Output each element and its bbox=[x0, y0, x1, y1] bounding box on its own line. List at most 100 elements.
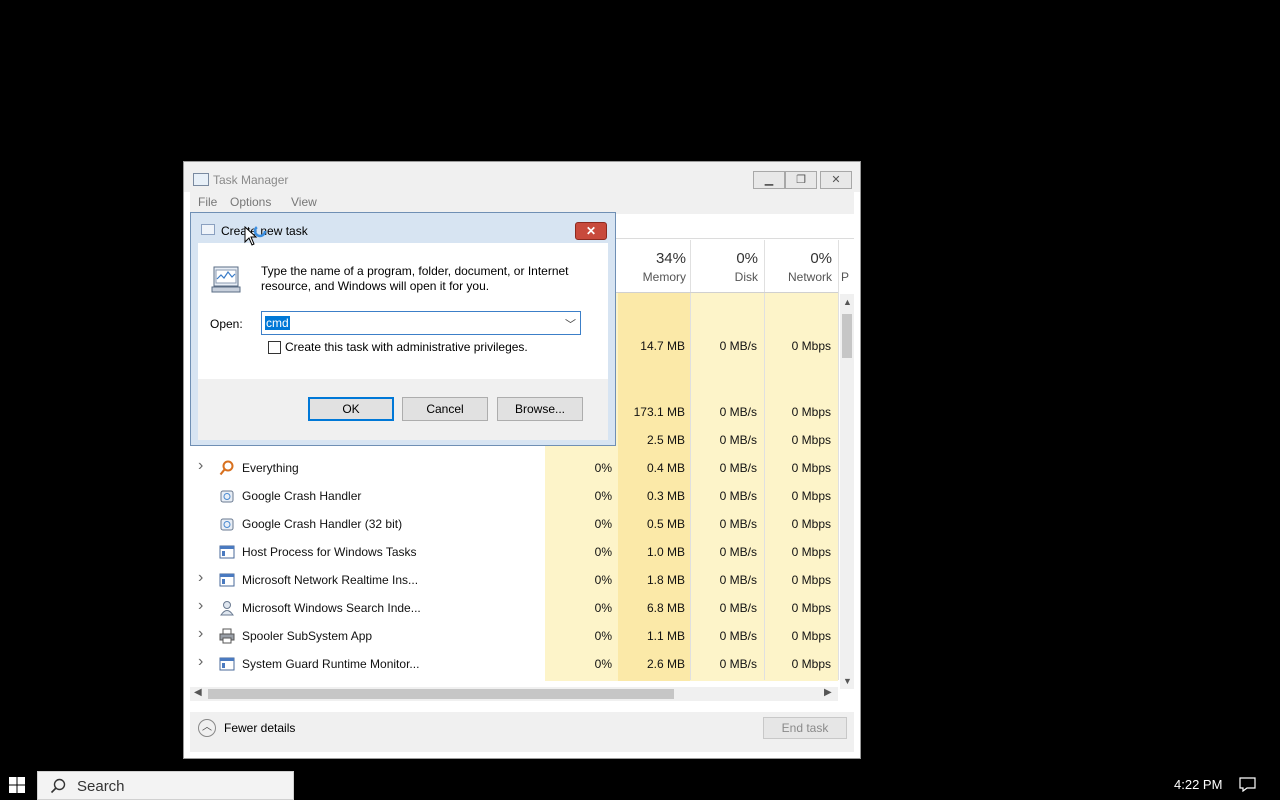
search-icon bbox=[50, 778, 66, 794]
action-center-icon[interactable] bbox=[1239, 777, 1256, 792]
taskbar-clock[interactable]: 4:22 PM bbox=[1174, 777, 1222, 792]
open-label: Open: bbox=[210, 317, 243, 331]
disk-cell: 0 MB/s bbox=[719, 545, 757, 559]
scroll-right-icon[interactable]: ▶ bbox=[824, 687, 832, 698]
column-header-network[interactable]: 0% Network bbox=[766, 250, 832, 284]
column-header-memory[interactable]: 34% Memory bbox=[620, 250, 686, 284]
table-row[interactable]: › Spooler SubSystem App 0% 1.1 MB 0 MB/s 0 Mb… bbox=[190, 622, 836, 650]
vertical-scroll-thumb[interactable] bbox=[842, 314, 852, 358]
memory-cell: 1.1 MB bbox=[646, 629, 685, 643]
network-percent: 0% bbox=[810, 250, 832, 267]
table-row[interactable]: › Microsoft Network Realtime Ins... 0% 1.8 … bbox=[190, 566, 836, 594]
memory-label: Memory bbox=[642, 270, 686, 284]
end-task-button[interactable]: End task bbox=[763, 717, 847, 739]
cancel-button[interactable]: Cancel bbox=[402, 397, 488, 421]
menu-options[interactable]: Options bbox=[230, 195, 271, 209]
process-name: System Guard Runtime Monitor... bbox=[242, 657, 420, 671]
magnifier-key-icon bbox=[219, 460, 235, 476]
process-name: Google Crash Handler bbox=[242, 489, 362, 503]
cpu-cell: 0% bbox=[594, 461, 612, 475]
chevron-right-icon[interactable]: › bbox=[198, 597, 203, 615]
dialog-client-area: Type the name of a program, folder, docu… bbox=[198, 243, 608, 440]
close-button[interactable]: ✕ bbox=[820, 171, 852, 189]
chevron-right-icon[interactable]: › bbox=[198, 569, 203, 587]
column-header-power[interactable]: P bbox=[841, 250, 851, 284]
table-row[interactable]: Google Crash Handler 0% 0.3 MB 0 MB/s 0 Mbps bbox=[190, 482, 836, 510]
maximize-button[interactable]: ❐ bbox=[785, 171, 817, 189]
chevron-right-icon[interactable]: › bbox=[198, 457, 203, 475]
disk-cell: 0 MB/s bbox=[719, 601, 757, 615]
process-name: Everything bbox=[242, 461, 299, 475]
table-row[interactable]: › Everything 0% 0.4 MB 0 MB/s 0 Mbps bbox=[190, 454, 836, 482]
busy-cursor-icon bbox=[244, 226, 267, 246]
network-label: Network bbox=[787, 270, 832, 284]
app-window-icon bbox=[219, 656, 235, 672]
crash-handler-icon bbox=[219, 516, 235, 532]
open-combobox[interactable]: cmd ﹀ bbox=[261, 311, 581, 335]
cpu-cell: 0% bbox=[594, 545, 612, 559]
disk-cell: 0 MB/s bbox=[719, 517, 757, 531]
vertical-scrollbar[interactable]: ▲ ▼ bbox=[840, 294, 854, 689]
network-cell: 0 Mbps bbox=[791, 489, 831, 503]
horizontal-scroll-thumb[interactable] bbox=[208, 689, 674, 699]
scroll-left-icon[interactable]: ◀ bbox=[194, 687, 202, 698]
network-cell: 0 Mbps bbox=[791, 601, 831, 615]
menu-view[interactable]: View bbox=[291, 195, 317, 209]
process-name: Google Crash Handler (32 bit) bbox=[242, 517, 403, 531]
menu-bar: File Options View bbox=[190, 192, 854, 214]
power-label: P bbox=[841, 270, 850, 284]
chevron-right-icon[interactable]: › bbox=[198, 653, 203, 671]
menu-file[interactable]: File bbox=[198, 195, 217, 209]
cpu-cell: 0% bbox=[594, 601, 612, 615]
network-cell: 0 Mbps bbox=[791, 545, 831, 559]
dialog-content: Type the name of a program, folder, docu… bbox=[198, 243, 608, 379]
disk-cell: 0 MB/s bbox=[719, 433, 757, 447]
cpu-cell: 0% bbox=[594, 489, 612, 503]
admin-privileges-label[interactable]: Create this task with administrative pri… bbox=[285, 340, 528, 354]
scroll-down-icon[interactable]: ▼ bbox=[843, 676, 852, 686]
fewer-details-link[interactable]: Fewer details bbox=[224, 721, 295, 735]
chevron-right-icon[interactable]: › bbox=[198, 625, 203, 643]
table-row[interactable]: Google Crash Handler (32 bit) 0% 0.5 MB 0 M… bbox=[190, 510, 836, 538]
cpu-cell: 0% bbox=[594, 629, 612, 643]
table-row[interactable]: Host Process for Windows Tasks 0% 1.0 MB 0 … bbox=[190, 538, 836, 566]
run-program-icon bbox=[211, 266, 241, 293]
power-percent bbox=[841, 250, 851, 267]
search-placeholder: Search bbox=[77, 778, 125, 795]
task-manager-title-bar[interactable]: Task Manager ▁ ❐ ✕ bbox=[184, 162, 860, 192]
network-cell: 0 Mbps bbox=[791, 339, 831, 353]
taskbar-search-box[interactable]: Search bbox=[37, 771, 294, 800]
network-cell: 0 Mbps bbox=[791, 629, 831, 643]
horizontal-scrollbar[interactable]: ◀ ▶ bbox=[190, 687, 838, 701]
chevron-down-icon[interactable]: ﹀ bbox=[565, 316, 576, 332]
admin-privileges-checkbox[interactable] bbox=[268, 341, 281, 354]
network-cell: 0 Mbps bbox=[791, 573, 831, 587]
table-row[interactable]: › Microsoft Windows Search Inde... 0% 6.8 M… bbox=[190, 594, 836, 622]
network-cell: 0 Mbps bbox=[791, 517, 831, 531]
column-header-disk[interactable]: 0% Disk bbox=[694, 250, 758, 284]
table-row[interactable]: › System Guard Runtime Monitor... 0% 2.6 MB… bbox=[190, 650, 836, 678]
ok-button[interactable]: OK bbox=[308, 397, 394, 421]
memory-cell: 1.8 MB bbox=[646, 573, 685, 587]
memory-cell: 0.3 MB bbox=[646, 489, 685, 503]
browse-button[interactable]: Browse... bbox=[497, 397, 583, 421]
disk-cell: 0 MB/s bbox=[719, 405, 757, 419]
process-name: Microsoft Network Realtime Ins... bbox=[242, 573, 419, 587]
memory-cell: 1.0 MB bbox=[646, 545, 685, 559]
windows-start-icon[interactable] bbox=[9, 777, 25, 793]
footer-bar: ︿ Fewer details End task bbox=[190, 712, 854, 752]
minimize-button[interactable]: ▁ bbox=[753, 171, 785, 189]
memory-cell: 0.5 MB bbox=[646, 517, 685, 531]
disk-cell: 0 MB/s bbox=[719, 657, 757, 671]
network-cell: 0 Mbps bbox=[791, 433, 831, 447]
memory-cell: 173.1 MB bbox=[633, 405, 685, 419]
chevron-up-circle-icon[interactable]: ︿ bbox=[198, 719, 216, 737]
open-input-value[interactable]: cmd bbox=[265, 316, 290, 330]
memory-cell: 0.4 MB bbox=[646, 461, 685, 475]
dialog-close-button[interactable]: ✕ bbox=[575, 222, 607, 240]
process-name: Microsoft Windows Search Inde... bbox=[242, 601, 421, 615]
memory-percent: 34% bbox=[655, 250, 686, 267]
taskbar: Search 4:22 PM bbox=[0, 770, 1280, 800]
memory-cell: 6.8 MB bbox=[646, 601, 685, 615]
scroll-up-icon[interactable]: ▲ bbox=[843, 297, 852, 307]
